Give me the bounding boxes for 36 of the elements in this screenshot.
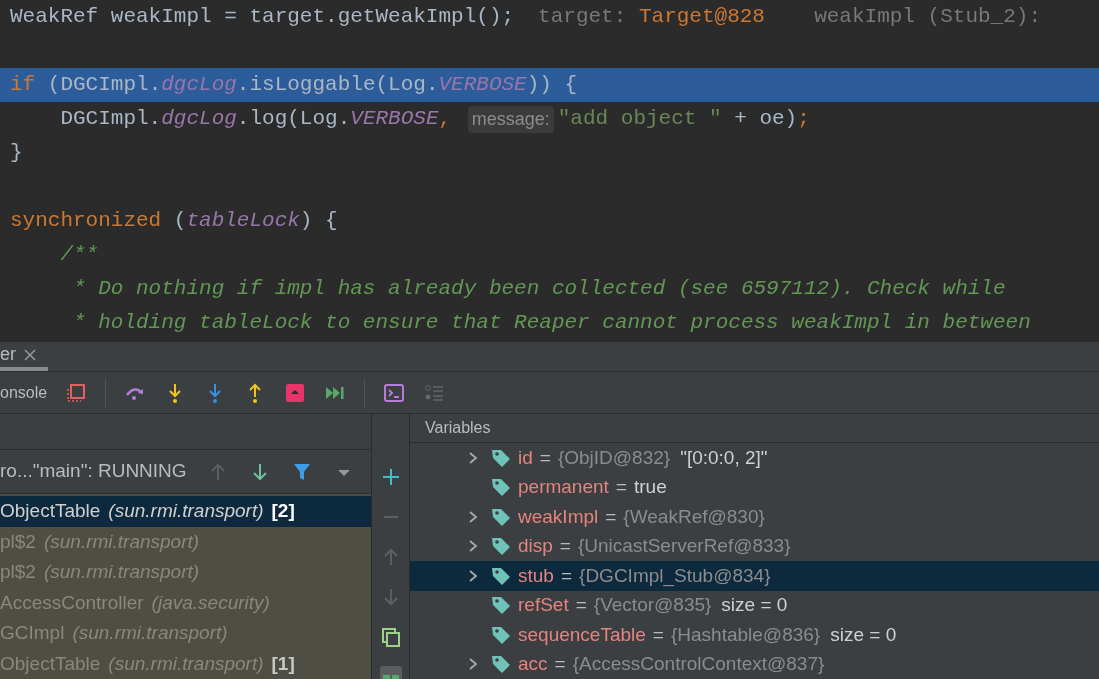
- tag-icon: [490, 594, 512, 617]
- expand-chevron-icon[interactable]: [468, 539, 478, 554]
- drop-frame-icon[interactable]: [284, 381, 307, 404]
- expand-chevron-icon[interactable]: [468, 450, 478, 465]
- copy-icon[interactable]: [379, 626, 402, 648]
- variable-row[interactable]: id = {ObjID@832} "[0:0:0, 2]": [410, 443, 1099, 473]
- expand-chevron-icon[interactable]: [468, 509, 478, 524]
- code-line: /**: [59, 242, 99, 269]
- debugger-tab[interactable]: er: [0, 342, 48, 371]
- close-icon[interactable]: [24, 348, 36, 361]
- terminal-icon[interactable]: [383, 381, 406, 404]
- variable-row[interactable]: acc = {AccessControlContext@837}: [410, 649, 1099, 679]
- code-line: DGCImpl.dgcLog.log(Log.VERBOSE, message: "add object " + oe);: [59, 104, 810, 135]
- thread-selector[interactable]: ro..."main": RUNNING: [0, 457, 187, 486]
- variable-row[interactable]: permanent = true: [410, 472, 1099, 502]
- code-line: }: [10, 140, 23, 167]
- code-line: synchronized (tableLock) {: [10, 208, 338, 235]
- highlighted-code-line: if (DGCImpl.dgcLog.isLoggable(Log.VERBOSE)) {: [10, 72, 578, 99]
- console-tab[interactable]: onsole: [0, 380, 48, 405]
- variable-row[interactable]: stub = {DGCImpl_Stub@834}: [410, 561, 1099, 591]
- variables-title: Variables: [425, 418, 491, 438]
- variable-row[interactable]: refSet = {Vector@835} size = 0: [410, 590, 1099, 620]
- code-line: * Do nothing if impl has already been collected (see 6597112). Check while: [72, 276, 1006, 303]
- variable-row[interactable]: sequenceTable = {Hashtable@836} size = 0: [410, 620, 1099, 650]
- tag-icon: [490, 476, 512, 499]
- expand-chevron-icon[interactable]: [468, 568, 478, 583]
- code-line: * holding tableLock to ensure that Reaper cannot process weakImpl in between: [72, 310, 1031, 337]
- variable-row[interactable]: weakImpl = {WeakRef@830}: [410, 502, 1099, 532]
- expand-chevron-icon[interactable]: [468, 657, 478, 672]
- tag-icon: [490, 535, 512, 558]
- stack-frame[interactable]: ObjectTable (sun.rmi.transport) [2]: [0, 496, 371, 527]
- layout-icon[interactable]: [65, 381, 88, 404]
- stack-frame[interactable]: ObjectTable (sun.rmi.transport) [1]: [0, 648, 371, 679]
- code-line: WeakRef weakImpl = target.getWeakImpl(); target: Target@828 weakImpl (Stub_2):: [10, 4, 1041, 31]
- tag-icon: [490, 653, 512, 676]
- variable-row[interactable]: disp = {UnicastServerRef@833}: [410, 531, 1099, 561]
